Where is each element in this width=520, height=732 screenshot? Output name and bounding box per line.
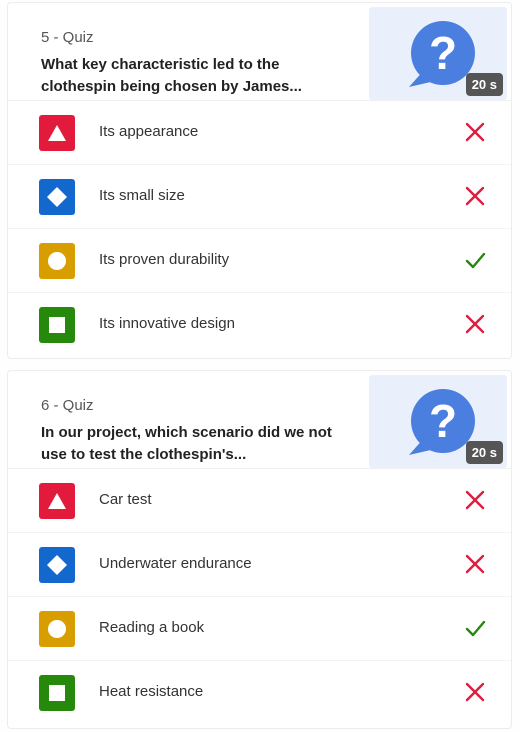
answer-text: Its proven durability <box>99 251 230 268</box>
cross-icon <box>465 490 485 510</box>
answer-text: Underwater endurance <box>99 555 252 572</box>
answer-text: Heat resistance <box>99 683 204 700</box>
svg-text:?: ? <box>429 395 457 447</box>
quiz-list: 5 - Quiz What key characteristic led to … <box>0 0 520 732</box>
answer-text: Its innovative design <box>99 315 235 332</box>
diamond-icon <box>39 179 75 215</box>
cross-icon <box>465 314 485 334</box>
quiz-thumbnail: ? 20 s <box>369 7 507 100</box>
quiz-number: 6 - Quiz <box>41 397 94 414</box>
check-icon <box>465 620 486 637</box>
quiz-question: What key characteristic led to the cloth… <box>41 56 302 95</box>
answer-row: Car test <box>8 469 511 533</box>
answer-row: Underwater endurance <box>8 533 511 597</box>
square-icon <box>39 307 75 343</box>
answer-text: Its small size <box>99 187 185 204</box>
cross-icon <box>465 682 485 702</box>
answer-row: Reading a book <box>8 597 511 661</box>
quiz-number: 5 - Quiz <box>41 29 94 46</box>
answer-row: Heat resistance <box>8 661 511 725</box>
quiz-header: 5 - Quiz What key characteristic led to … <box>8 3 511 101</box>
answer-text: Reading a book <box>99 619 205 636</box>
quiz-card[interactable]: 6 - Quiz In our project, which scenario … <box>7 370 512 729</box>
timer-badge: 20 s <box>465 441 503 464</box>
answer-row: Its innovative design <box>8 293 511 357</box>
quiz-header: 6 - Quiz In our project, which scenario … <box>8 371 511 469</box>
answer-row: Its appearance <box>8 101 511 165</box>
triangle-icon <box>39 483 75 519</box>
cross-icon <box>465 122 485 142</box>
answer-text: Its appearance <box>99 123 199 140</box>
check-icon <box>465 252 486 269</box>
cross-icon <box>465 186 485 206</box>
quiz-card[interactable]: 5 - Quiz What key characteristic led to … <box>7 2 512 359</box>
circle-icon <box>39 243 75 279</box>
svg-text:?: ? <box>429 27 457 79</box>
triangle-icon <box>39 115 75 151</box>
square-icon <box>39 675 75 711</box>
quiz-question: In our project, which scenario did we no… <box>41 424 332 463</box>
diamond-icon <box>39 547 75 583</box>
circle-icon <box>39 611 75 647</box>
quiz-thumbnail: ? 20 s <box>369 375 507 468</box>
timer-badge: 20 s <box>465 73 503 96</box>
answer-row: Its small size <box>8 165 511 229</box>
answer-row: Its proven durability <box>8 229 511 293</box>
cross-icon <box>465 554 485 574</box>
answer-text: Car test <box>99 491 152 508</box>
